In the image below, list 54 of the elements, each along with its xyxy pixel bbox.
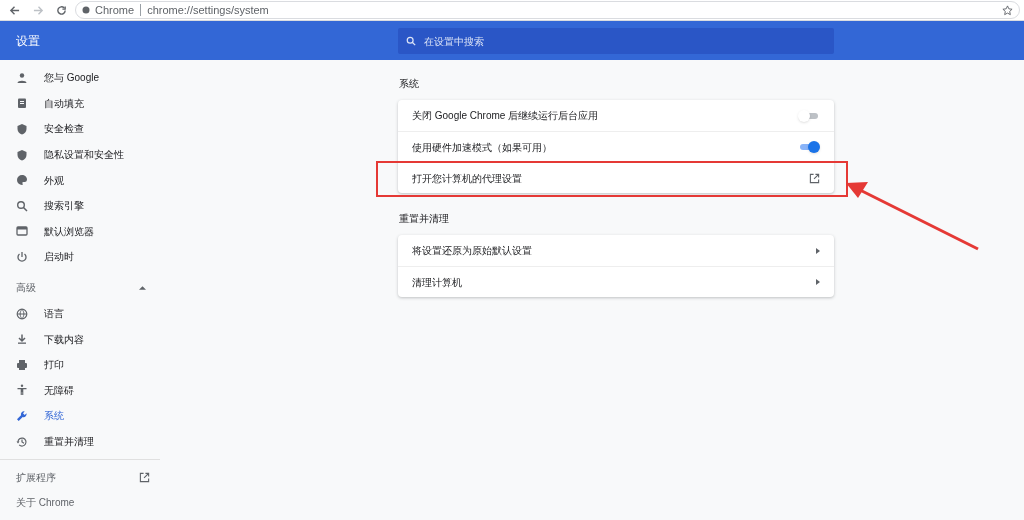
clipboard-icon bbox=[16, 97, 28, 110]
download-icon bbox=[16, 333, 28, 346]
sidebar-item[interactable]: 安全检查 bbox=[0, 116, 160, 142]
sidebar-item[interactable]: 无障碍 bbox=[0, 377, 160, 404]
sidebar-link[interactable]: 扩展程序 bbox=[0, 465, 160, 491]
info-icon[interactable] bbox=[82, 6, 90, 14]
settings-row[interactable]: 关闭 Google Chrome 后继续运行后台应用 bbox=[398, 100, 834, 131]
arrow-right-icon bbox=[816, 279, 820, 285]
search-field[interactable]: 在设置中搜索 bbox=[398, 28, 834, 54]
sidebar-item[interactable]: 您与 Google bbox=[0, 65, 160, 91]
browser-window-icon bbox=[16, 225, 28, 238]
external-link-icon bbox=[139, 472, 150, 484]
sidebar-item[interactable]: 重置并清理 bbox=[0, 428, 160, 455]
shield-icon bbox=[16, 123, 28, 135]
advanced-toggle[interactable]: 高级 bbox=[0, 274, 160, 301]
sidebar-item[interactable]: 外观 bbox=[0, 167, 160, 193]
sidebar-item[interactable]: 默认浏览器 bbox=[0, 218, 160, 245]
sidebar-item[interactable]: 打印 bbox=[0, 351, 160, 378]
star-icon[interactable] bbox=[1002, 4, 1013, 16]
sidebar-item[interactable]: 隐私设置和安全性 bbox=[0, 141, 160, 168]
person-icon bbox=[16, 71, 28, 84]
url-text: chrome://settings/system bbox=[147, 2, 269, 18]
history-icon bbox=[16, 435, 28, 448]
accessibility-icon bbox=[16, 384, 28, 397]
printer-icon bbox=[16, 358, 28, 371]
sidebar-link[interactable]: 关于 Chrome bbox=[0, 490, 160, 516]
sidebar-item[interactable]: 下载内容 bbox=[0, 326, 160, 352]
section-title: 重置并清理 bbox=[398, 212, 450, 226]
settings-row[interactable]: 将设置还原为原始默认设置 bbox=[398, 235, 834, 266]
globe-icon bbox=[16, 307, 28, 320]
back-icon[interactable] bbox=[9, 4, 20, 16]
arrow-right-icon bbox=[816, 247, 820, 254]
shield-icon bbox=[16, 148, 28, 161]
toggle-switch[interactable] bbox=[798, 109, 820, 122]
search-icon bbox=[16, 199, 28, 212]
search-icon bbox=[406, 35, 416, 46]
sidebar-item[interactable]: 自动填充 bbox=[0, 90, 160, 117]
caret-icon bbox=[139, 285, 146, 290]
wrench-icon bbox=[16, 409, 28, 422]
sidebar-item[interactable]: 启动时 bbox=[0, 244, 160, 270]
section-title: 系统 bbox=[398, 77, 420, 91]
external-link-icon bbox=[809, 172, 820, 184]
settings-row[interactable]: 打开您计算机的代理设置 bbox=[398, 162, 834, 193]
sidebar-item[interactable]: 搜索引擎 bbox=[0, 192, 160, 219]
toggle-switch[interactable] bbox=[798, 141, 820, 153]
page-title: 设置 bbox=[16, 32, 41, 50]
settings-row[interactable]: 清理计算机 bbox=[398, 266, 834, 297]
palette-icon bbox=[16, 174, 28, 187]
sidebar-item[interactable]: 语言 bbox=[0, 300, 160, 327]
reload-icon[interactable] bbox=[56, 4, 67, 16]
site-label: Chrome bbox=[95, 2, 135, 18]
power-icon bbox=[16, 250, 28, 263]
sidebar-item[interactable]: 系统 bbox=[0, 403, 160, 429]
settings-row[interactable]: 使用硬件加速模式（如果可用） bbox=[398, 131, 834, 162]
